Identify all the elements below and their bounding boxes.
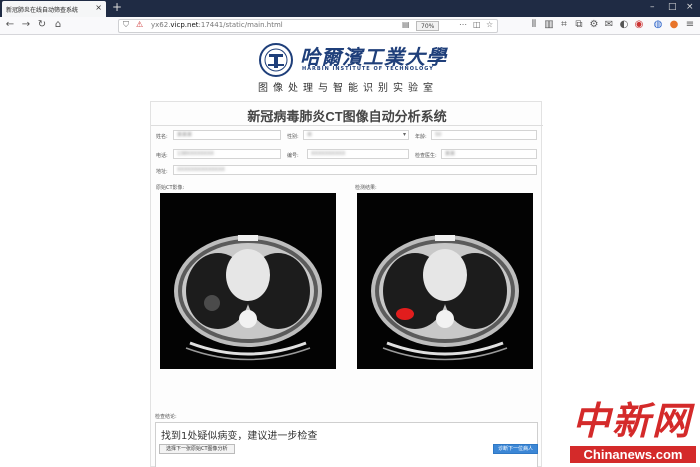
star-icon[interactable]: ☆	[486, 20, 493, 29]
lab-name: 图像处理与智能识别实验室	[258, 83, 438, 94]
address-field[interactable]: XXXXXXXXXXXXXX	[173, 165, 537, 175]
chat-icon[interactable]: ✉	[603, 19, 615, 30]
id-field[interactable]: XXXXXXXXXX	[307, 149, 409, 159]
age-field[interactable]: 50	[431, 130, 537, 140]
analyze-next-image-button[interactable]: 选择下一张原始CT图像分析	[159, 444, 235, 454]
watermark-text: Chinanews.com	[570, 446, 696, 463]
title-divider	[151, 125, 543, 126]
result-ct-image	[357, 193, 533, 369]
address-label: 地址:	[156, 169, 168, 175]
conclusion-label: 检查结论:	[155, 414, 177, 420]
phone-label: 电话:	[156, 153, 168, 159]
menu-dots-icon[interactable]: ⋯	[459, 20, 467, 29]
translate-icon[interactable]: ◐	[618, 19, 630, 30]
tool-icon[interactable]: ◉	[633, 19, 645, 30]
tab-strip: 新冠肺炎在线自动筛查系统 × + – □ ×	[0, 0, 700, 17]
reader-view-icon[interactable]: ▤	[402, 20, 410, 29]
sync-icon[interactable]: ◍	[652, 19, 664, 30]
user-icon[interactable]: ●	[668, 19, 680, 30]
gender-select[interactable]: 男 ▾	[303, 130, 409, 140]
home-icon[interactable]: ⌂	[52, 19, 64, 30]
back-icon[interactable]: ←	[4, 19, 16, 30]
active-tab[interactable]: 新冠肺炎在线自动筛查系统 ×	[2, 1, 106, 17]
reload-icon[interactable]: ↻	[36, 19, 48, 30]
url-bar[interactable]: ⛉ ⚠ yx62.vicp.net:17441/static/main.html…	[118, 19, 498, 33]
analysis-panel: 新冠病毒肺炎CT图像自动分析系统 姓名: 某某某 性别: 男 ▾ 年龄: 50 电…	[150, 101, 543, 467]
id-label: 编号:	[287, 153, 299, 159]
insecure-icon[interactable]: ⚠	[136, 20, 143, 29]
hamburger-icon[interactable]: ≡	[684, 19, 696, 30]
new-tab-icon[interactable]: +	[112, 0, 122, 14]
close-tab-icon[interactable]: ×	[95, 3, 102, 12]
chevron-down-icon: ▾	[402, 131, 406, 138]
shield-icon[interactable]: ⛉	[123, 20, 129, 30]
extension-icon[interactable]: ⚙	[588, 19, 600, 30]
forward-icon[interactable]: →	[20, 19, 32, 30]
gender-label: 性别:	[287, 134, 299, 140]
lesion-marker	[396, 308, 414, 320]
phone-field[interactable]: 138XXXXXXXX	[173, 149, 281, 159]
original-image-label: 原始CT影像:	[156, 185, 185, 191]
minimize-icon[interactable]: –	[650, 2, 655, 12]
zoom-level[interactable]: 70%	[416, 21, 440, 31]
maximize-icon[interactable]: □	[668, 2, 677, 12]
pocket-icon[interactable]: ◫	[473, 20, 481, 29]
sidebar-icon[interactable]: ▥	[543, 19, 555, 30]
name-field[interactable]: 某某某	[173, 130, 281, 140]
age-label: 年龄:	[415, 134, 427, 140]
next-patient-button[interactable]: 诊断下一位病人	[493, 444, 539, 454]
window-close-icon[interactable]: ×	[686, 2, 694, 12]
emblem-icon	[259, 43, 293, 77]
doctor-field[interactable]: 某某	[441, 149, 537, 159]
watermark-logo: 中新网	[572, 398, 693, 443]
navigation-toolbar: ← → ↻ ⌂ ⛉ ⚠ yx62.vicp.net:17441/static/m…	[0, 17, 700, 35]
school-name-en: HARBIN INSTITUTE OF TECHNOLOGY	[302, 66, 434, 72]
library-icon[interactable]: ⫴	[528, 19, 540, 30]
result-image-label: 检测结果:	[355, 185, 377, 191]
screenshot-icon[interactable]: ⌗	[558, 19, 570, 30]
page-title: 新冠病毒肺炎CT图像自动分析系统	[247, 109, 447, 124]
conclusion-text: 找到1处疑似病变，建议进一步检查	[161, 431, 318, 442]
name-label: 姓名:	[156, 134, 168, 140]
original-ct-image	[160, 193, 336, 369]
url-text[interactable]: yx62.vicp.net:17441/static/main.html	[151, 21, 283, 29]
crop-icon[interactable]: ⧉	[573, 19, 585, 30]
tab-title: 新冠肺炎在线自动筛查系统	[6, 6, 79, 14]
university-logo: 哈爾濱工業大學 HARBIN INSTITUTE OF TECHNOLOGY 图…	[258, 40, 446, 94]
doctor-label: 检查医生:	[415, 153, 437, 159]
